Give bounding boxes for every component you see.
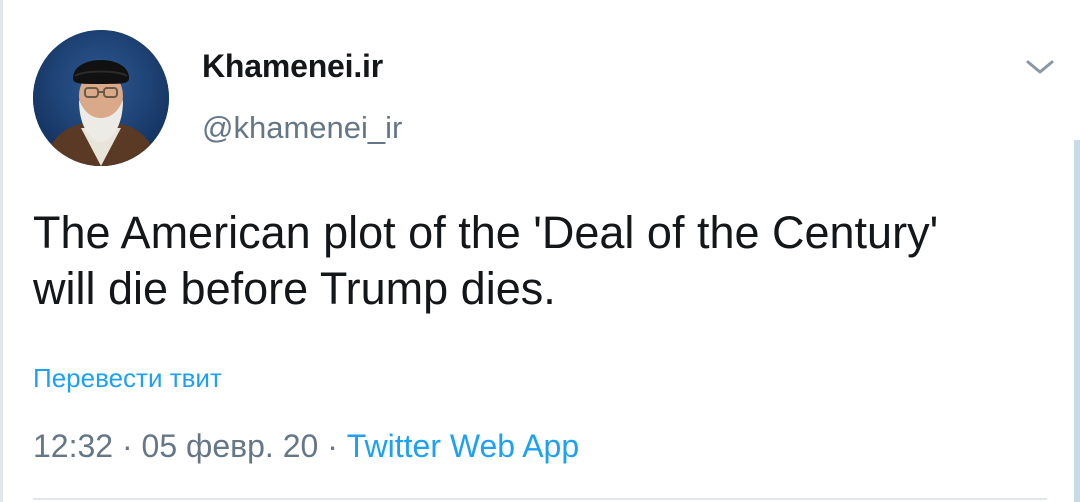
profile-photo <box>33 30 169 166</box>
avatar[interactable] <box>33 30 169 166</box>
divider <box>33 498 1047 500</box>
tweet-meta: 12:32 · 05 февр. 20 · Twitter Web App <box>33 428 579 465</box>
scrollbar[interactable] <box>1074 140 1080 502</box>
translate-tweet-link[interactable]: Перевести твит <box>33 363 222 394</box>
author-display-name[interactable]: Khamenei.ir <box>202 48 383 85</box>
meta-separator: · <box>318 428 347 464</box>
author-handle[interactable]: @khamenei_ir <box>202 110 402 146</box>
tweet-date[interactable]: 05 февр. 20 <box>142 428 319 464</box>
tweet-source-link[interactable]: Twitter Web App <box>347 428 579 464</box>
chevron-down-icon[interactable] <box>1020 52 1060 82</box>
tweet-time[interactable]: 12:32 <box>33 428 113 464</box>
tweet-text: The American plot of the 'Deal of the Ce… <box>33 205 1043 317</box>
tweet-text-line: The American plot of the 'Deal of the Ce… <box>33 207 939 258</box>
left-border <box>0 0 3 502</box>
meta-separator: · <box>113 428 142 464</box>
tweet-text-line: will die before Trump dies. <box>33 263 556 314</box>
